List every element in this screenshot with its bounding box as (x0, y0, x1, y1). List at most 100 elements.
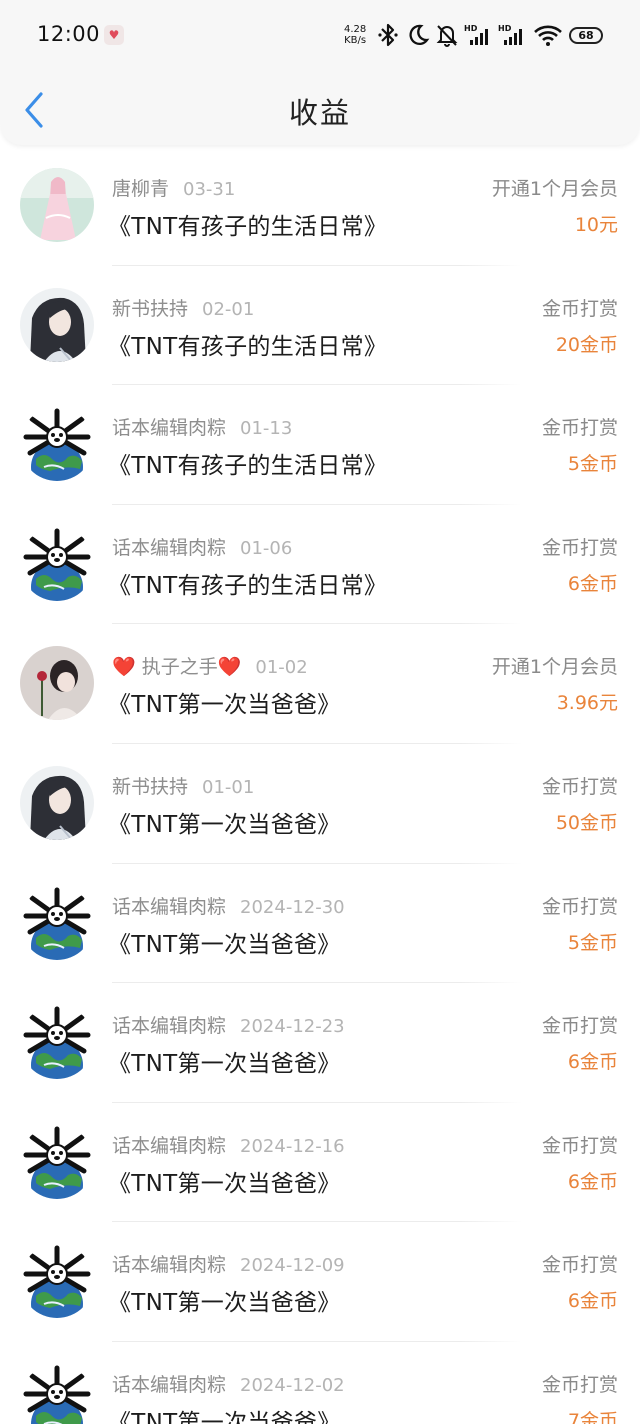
avatar[interactable] (20, 646, 94, 721)
sender-name: 话本编辑肉粽 (112, 417, 227, 440)
avatar[interactable] (20, 1363, 94, 1424)
signal-hd-1-icon: HD (464, 24, 488, 45)
earning-type: 金币打赏 (541, 1134, 618, 1157)
list-item[interactable]: 新书扶持 01-01 《TNT第一次当爸爸》 金币打赏 50金币 (0, 744, 640, 864)
item-date: 2024-12-16 (240, 1135, 345, 1157)
item-date: 2024-12-09 (240, 1255, 345, 1277)
earning-type: 金币打赏 (541, 1373, 618, 1396)
list-item[interactable]: 新书扶持 02-01 《TNT有孩子的生活日常》 金币打赏 20金币 (0, 266, 640, 386)
earning-amount: 6金币 (567, 1170, 618, 1193)
earning-amount: 50金币 (555, 811, 618, 834)
list-item[interactable]: ❤️ 执子之手❤️ 01-02 《TNT第一次当爸爸》 开通1个月会员 3.96元 (0, 624, 640, 744)
book-title: 《TNT第一次当爸爸》 (108, 1170, 341, 1197)
avatar[interactable] (20, 1124, 94, 1199)
earning-amount: 6金币 (567, 572, 618, 595)
battery-icon: 68 (569, 27, 603, 44)
page-title: 收益 (288, 96, 351, 130)
sender-line: 话本编辑肉粽 2024-12-16 (112, 1131, 345, 1158)
avatar[interactable] (20, 1244, 94, 1319)
book-title: 《TNT第一次当爸爸》 (108, 1051, 341, 1078)
sender-name: 执子之手 (141, 656, 218, 679)
book-title: 《TNT第一次当爸爸》 (108, 1290, 341, 1317)
item-date: 01-02 (255, 657, 308, 679)
nav-bar: 收益 (0, 76, 640, 144)
item-date: 2024-12-23 (240, 1016, 345, 1038)
sender-line: 话本编辑肉粽 01-06 (112, 533, 292, 560)
earning-amount: 5金币 (567, 453, 618, 476)
earnings-list: 唐柳青 03-31 《TNT有孩子的生活日常》 开通1个月会员 10元 新书扶持 0… (0, 146, 640, 1424)
sender-line: 话本编辑肉粽 2024-12-23 (112, 1011, 345, 1038)
signal-hd-2-icon: HD (498, 24, 522, 45)
book-title: 《TNT第一次当爸爸》 (108, 1409, 341, 1424)
avatar[interactable] (20, 287, 94, 362)
sender-name: 新书扶持 (112, 775, 189, 798)
earning-type: 开通1个月会员 (491, 656, 618, 679)
book-title: 《TNT第一次当爸爸》 (108, 811, 341, 838)
earning-type: 金币打赏 (541, 536, 618, 559)
item-date: 2024-12-30 (240, 896, 345, 918)
svg-text:HD: HD (498, 24, 512, 33)
earning-amount: 5金币 (567, 931, 618, 954)
earning-amount: 3.96元 (556, 692, 618, 715)
earning-type: 金币打赏 (541, 1254, 618, 1277)
avatar[interactable] (20, 765, 94, 840)
list-item[interactable]: 话本编辑肉粽 2024-12-30 《TNT第一次当爸爸》 金币打赏 5金币 (0, 864, 640, 984)
list-item[interactable]: 话本编辑肉粽 2024-12-02 《TNT第一次当爸爸》 金币打赏 7金币 (0, 1342, 640, 1424)
sender-line: 话本编辑肉粽 2024-12-09 (112, 1250, 345, 1277)
list-item[interactable]: 话本编辑肉粽 2024-12-16 《TNT第一次当爸爸》 金币打赏 6金币 (0, 1103, 640, 1223)
heart-notification-icon: ♥ (104, 25, 124, 45)
list-item[interactable]: 话本编辑肉粽 2024-12-09 《TNT第一次当爸爸》 金币打赏 6金币 (0, 1222, 640, 1342)
item-date: 2024-12-02 (240, 1374, 345, 1396)
book-title: 《TNT第一次当爸爸》 (108, 692, 341, 719)
avatar[interactable] (20, 168, 94, 242)
sender-name: 话本编辑肉粽 (112, 895, 227, 918)
bell-muted-icon (436, 25, 458, 47)
moon-icon (409, 24, 430, 45)
list-item[interactable]: 话本编辑肉粽 01-06 《TNT有孩子的生活日常》 金币打赏 6金币 (0, 505, 640, 625)
earning-amount: 20金币 (555, 333, 618, 356)
earning-type: 金币打赏 (541, 895, 618, 918)
book-title: 《TNT有孩子的生活日常》 (108, 333, 388, 360)
avatar[interactable] (20, 1005, 94, 1080)
list-item[interactable]: 话本编辑肉粽 2024-12-23 《TNT第一次当爸爸》 金币打赏 6金币 (0, 983, 640, 1103)
svg-text:HD: HD (464, 24, 478, 33)
sender-line: ❤️ 执子之手❤️ 01-02 (112, 652, 308, 679)
sender-line: 新书扶持 01-01 (112, 772, 254, 799)
sender-name: 新书扶持 (112, 297, 189, 320)
earning-type: 金币打赏 (541, 297, 618, 320)
sender-name: 话本编辑肉粽 (112, 1015, 227, 1038)
item-date: 01-01 (202, 776, 255, 798)
item-date: 01-06 (240, 537, 293, 559)
item-date: 01-13 (240, 418, 293, 440)
sender-name: 唐柳青 (112, 178, 170, 200)
book-title: 《TNT有孩子的生活日常》 (108, 572, 388, 599)
avatar[interactable] (20, 407, 94, 482)
heart-emoji-icon: ❤️ (112, 656, 136, 679)
book-title: 《TNT有孩子的生活日常》 (108, 453, 388, 480)
wifi-icon (534, 25, 562, 46)
bluetooth-icon (378, 23, 398, 47)
book-title: 《TNT第一次当爸爸》 (108, 931, 341, 958)
sender-line: 话本编辑肉粽 2024-12-02 (112, 1370, 345, 1397)
sender-name: 话本编辑肉粽 (112, 1134, 227, 1157)
heart-emoji-icon: ❤️ (217, 656, 242, 679)
sender-name: 话本编辑肉粽 (112, 1373, 227, 1396)
sender-line: 话本编辑肉粽 01-13 (112, 413, 292, 440)
earning-type: 金币打赏 (541, 1015, 618, 1038)
status-bar: 12:00 ♥ 4.28 KB/s HD HD 68 (0, 0, 640, 72)
item-date: 02-01 (202, 298, 255, 320)
earning-amount: 6金币 (567, 1290, 618, 1313)
earning-type: 开通1个月会员 (491, 178, 618, 200)
list-item[interactable]: 唐柳青 03-31 《TNT有孩子的生活日常》 开通1个月会员 10元 (0, 146, 640, 266)
sender-line: 话本编辑肉粽 2024-12-30 (112, 892, 345, 919)
earning-amount: 7金币 (567, 1409, 618, 1424)
avatar[interactable] (20, 885, 94, 960)
avatar[interactable] (20, 526, 94, 601)
sender-line: 新书扶持 02-01 (112, 294, 254, 321)
earning-type: 金币打赏 (541, 417, 618, 440)
sender-name: 话本编辑肉粽 (112, 536, 227, 559)
list-item[interactable]: 话本编辑肉粽 01-13 《TNT有孩子的生活日常》 金币打赏 5金币 (0, 385, 640, 505)
book-title: 《TNT有孩子的生活日常》 (108, 214, 388, 240)
sender-name: 话本编辑肉粽 (112, 1254, 227, 1277)
item-date: 03-31 (183, 179, 236, 200)
